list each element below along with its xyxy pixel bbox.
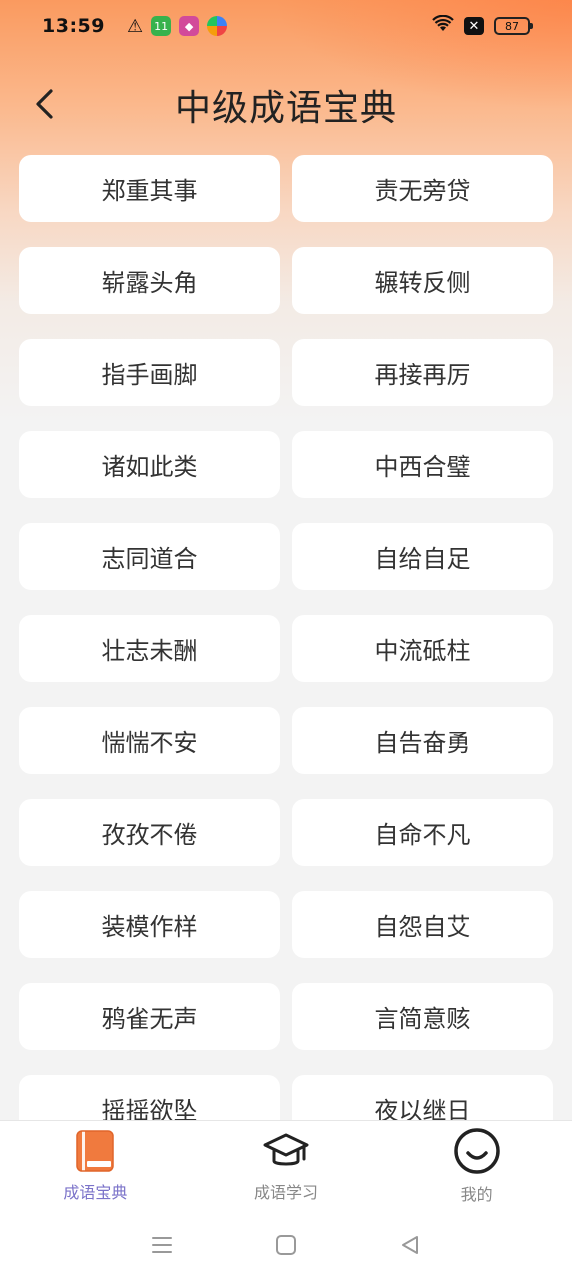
browser-app-icon — [207, 16, 228, 36]
idiom-card[interactable]: 崭露头角 — [19, 247, 280, 314]
tab-label: 我的 — [460, 1184, 493, 1204]
notification-badge: 11 — [154, 19, 169, 33]
square-icon — [276, 1235, 296, 1255]
warning-icon: ⚠ — [126, 15, 144, 37]
notification-app-icon: 11 — [151, 16, 172, 36]
status-system-icons: ✕ 87 — [432, 14, 533, 38]
system-nav-bar — [0, 1210, 572, 1280]
sim-off-icon: ✕ — [464, 17, 484, 35]
status-time: 13:59 — [42, 15, 105, 37]
back-nav-button[interactable] — [390, 1225, 430, 1265]
idiom-card[interactable]: 诸如此类 — [19, 431, 280, 498]
idiom-card[interactable]: 自给自足 — [292, 523, 553, 590]
smiley-icon — [453, 1127, 500, 1174]
status-bar: 13:59 ⚠ 11 ◆ ✕ 87 — [0, 0, 572, 52]
idiom-grid: 郑重其事 责无旁贷 崭露头角 辗转反侧 指手画脚 再接再厉 诸如此类 中西合璧 … — [19, 155, 553, 1120]
idiom-card[interactable]: 再接再厉 — [292, 339, 553, 406]
idiom-card[interactable]: 责无旁贷 — [292, 155, 553, 222]
idiom-card[interactable]: 夜以继日 — [292, 1075, 553, 1120]
book-icon — [76, 1129, 115, 1172]
recent-apps-button[interactable] — [142, 1225, 182, 1265]
idiom-card[interactable]: 鸦雀无声 — [19, 983, 280, 1050]
bottom-tab-bar: 成语宝典 成语学习 我的 — [0, 1120, 572, 1210]
idiom-card[interactable]: 自怨自艾 — [292, 891, 553, 958]
idiom-card[interactable]: 自命不凡 — [292, 799, 553, 866]
idiom-card[interactable]: 指手画脚 — [19, 339, 280, 406]
idiom-card[interactable]: 摇摇欲坠 — [19, 1075, 280, 1120]
tab-label: 成语学习 — [253, 1182, 318, 1202]
tab-mine[interactable]: 我的 — [387, 1127, 567, 1205]
tab-idiom-learning[interactable]: 成语学习 — [196, 1129, 376, 1203]
idiom-card[interactable]: 志同道合 — [19, 523, 280, 590]
back-button[interactable] — [24, 82, 64, 126]
idiom-card[interactable]: 壮志未酬 — [19, 615, 280, 682]
home-button[interactable] — [266, 1225, 306, 1265]
idiom-card[interactable]: 郑重其事 — [19, 155, 280, 222]
idiom-card[interactable]: 自告奋勇 — [292, 707, 553, 774]
idiom-card[interactable]: 装模作样 — [19, 891, 280, 958]
idiom-card[interactable]: 孜孜不倦 — [19, 799, 280, 866]
tab-label: 成语宝典 — [63, 1182, 128, 1202]
idiom-card[interactable]: 言简意赅 — [292, 983, 553, 1050]
menu-icon — [152, 1237, 172, 1253]
idiom-card[interactable]: 辗转反侧 — [292, 247, 553, 314]
idiom-card[interactable]: 惴惴不安 — [19, 707, 280, 774]
tab-idiom-dictionary[interactable]: 成语宝典 — [5, 1129, 185, 1203]
page-header: 中级成语宝典 — [0, 60, 572, 150]
gallery-app-icon: ◆ — [179, 16, 200, 36]
idiom-card[interactable]: 中流砥柱 — [292, 615, 553, 682]
chevron-left-icon — [36, 89, 53, 119]
idiom-card[interactable]: 中西合璧 — [292, 431, 553, 498]
status-notification-icons: ⚠ 11 ◆ — [126, 15, 228, 37]
wifi-icon — [432, 14, 454, 38]
graduation-cap-icon — [263, 1133, 309, 1165]
page-title: 中级成语宝典 — [174, 88, 397, 129]
triangle-back-icon — [402, 1236, 418, 1254]
battery-icon: 87 — [494, 17, 533, 35]
